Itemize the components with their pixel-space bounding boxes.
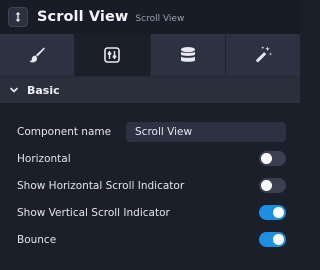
database-icon [180, 47, 195, 62]
scroll-view-icon [8, 7, 28, 27]
sliders-icon [104, 47, 121, 63]
tab-actions[interactable] [226, 34, 300, 76]
tab-data[interactable] [151, 34, 226, 76]
inspector-header: Scroll View Scroll View [0, 0, 300, 34]
row-component-name: Component name [0, 118, 300, 145]
row-show-vertical-indicator: Show Vertical Scroll Indicator [0, 199, 300, 226]
show-vertical-indicator-toggle[interactable] [259, 205, 286, 220]
show-horizontal-indicator-label: Show Horizontal Scroll Indicator [17, 179, 185, 192]
toggle-knob [261, 180, 272, 191]
magic-wand-icon [255, 46, 272, 63]
component-name-input[interactable] [126, 121, 286, 142]
inspector-panel: Scroll View Scroll View Basic Component … [0, 0, 300, 270]
show-vertical-indicator-label: Show Vertical Scroll Indicator [17, 206, 170, 219]
tab-properties[interactable] [75, 34, 151, 76]
row-show-horizontal-indicator: Show Horizontal Scroll Indicator [0, 172, 300, 199]
row-horizontal: Horizontal [0, 145, 300, 172]
brush-icon [29, 47, 46, 63]
component-name-label: Component name [17, 125, 112, 138]
chevron-down-icon [10, 87, 18, 93]
properties-list: Component name Horizontal Show Horizonta… [0, 103, 300, 253]
inspector-tabs [0, 34, 300, 76]
horizontal-toggle[interactable] [259, 151, 286, 166]
horizontal-label: Horizontal [17, 152, 71, 165]
bounce-label: Bounce [17, 233, 57, 246]
section-title: Basic [27, 83, 60, 97]
toggle-knob [261, 153, 272, 164]
section-header-basic[interactable]: Basic [0, 76, 300, 103]
toggle-knob [273, 207, 284, 218]
bounce-toggle[interactable] [259, 232, 286, 247]
tab-style[interactable] [0, 34, 76, 76]
show-horizontal-indicator-toggle[interactable] [259, 178, 286, 193]
toggle-knob [273, 234, 284, 245]
component-title: Scroll View [37, 9, 129, 25]
component-subtitle: Scroll View [135, 13, 185, 24]
row-bounce: Bounce [0, 226, 300, 253]
